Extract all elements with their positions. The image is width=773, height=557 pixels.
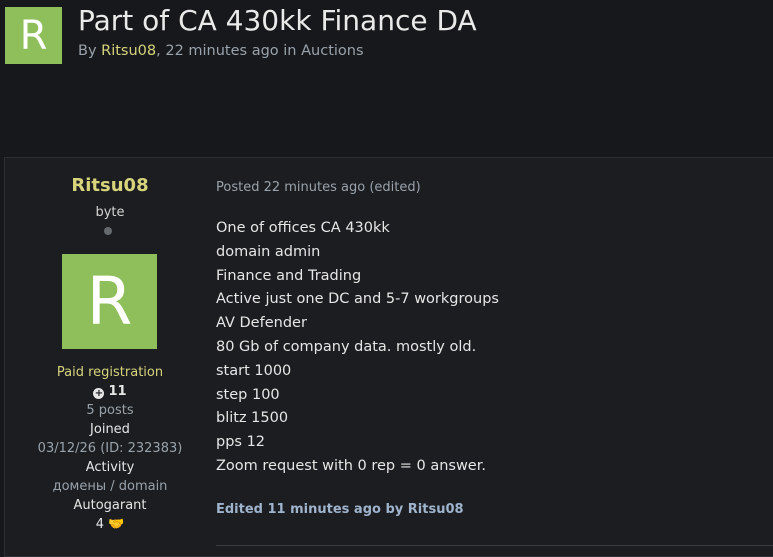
post-body: One of offices CA 430kk domain admin Fin…: [216, 217, 499, 479]
author-reputation[interactable]: +11: [4, 382, 216, 401]
post-divider: [216, 545, 773, 546]
joined-value: 03/12/26 (ID: 232383): [37, 441, 183, 456]
avatar-letter: R: [19, 12, 48, 59]
autogarant-value: 4: [95, 517, 104, 532]
author-posts-link[interactable]: 5 posts: [4, 401, 216, 420]
post-line: pps 12: [216, 434, 266, 451]
byline-prefix: By: [78, 43, 102, 59]
autogarant-row: 4 🤝: [4, 515, 216, 534]
byline-time: , 22 minutes ago in: [156, 43, 302, 59]
post-line: Finance and Trading: [216, 267, 362, 284]
post-line: AV Defender: [216, 315, 307, 332]
activity-value: домены / domain: [52, 479, 168, 494]
post-line: Active just one DC and 5-7 workgroups: [216, 291, 499, 308]
byline-author-link[interactable]: Ritsu08: [101, 43, 156, 59]
author-info: Paid registration +11 5 posts Joined 03/…: [4, 363, 216, 534]
autogarant-label: Autogarant: [73, 498, 147, 513]
post-line: blitz 1500: [216, 410, 289, 427]
post-line: step 100: [216, 386, 280, 403]
post-line: One of offices CA 430kk: [216, 220, 390, 236]
plus-circle-icon: +: [93, 388, 105, 399]
topic-author-avatar[interactable]: R: [5, 7, 62, 64]
handshake-icon: 🤝: [108, 517, 125, 532]
author-avatar[interactable]: R: [62, 254, 157, 349]
edited-notice: Edited 11 minutes ago by Ritsu08: [216, 502, 464, 517]
author-name-link[interactable]: Ritsu08: [4, 175, 216, 196]
reputation-value: 11: [108, 384, 127, 399]
byline-forum-link[interactable]: Auctions: [301, 43, 363, 59]
post-line: Zoom request with 0 rep = 0 answer.: [216, 457, 486, 474]
post-line: domain admin: [216, 243, 321, 260]
avatar-letter: R: [86, 263, 133, 340]
post-meta[interactable]: Posted 22 minutes ago (edited): [216, 180, 421, 195]
topic-byline: By Ritsu08, 22 minutes ago in Auctions: [78, 43, 364, 59]
author-group: Paid registration: [56, 365, 164, 380]
offline-dot-icon: [104, 227, 112, 235]
joined-label: Joined: [90, 422, 130, 437]
author-rank-title: byte: [95, 205, 125, 220]
activity-label: Activity: [85, 460, 135, 475]
topic-title: Part of CA 430kk Finance DA: [78, 4, 477, 37]
post-line: 80 Gb of company data. mostly old.: [216, 338, 477, 355]
post-line: start 1000: [216, 362, 292, 379]
